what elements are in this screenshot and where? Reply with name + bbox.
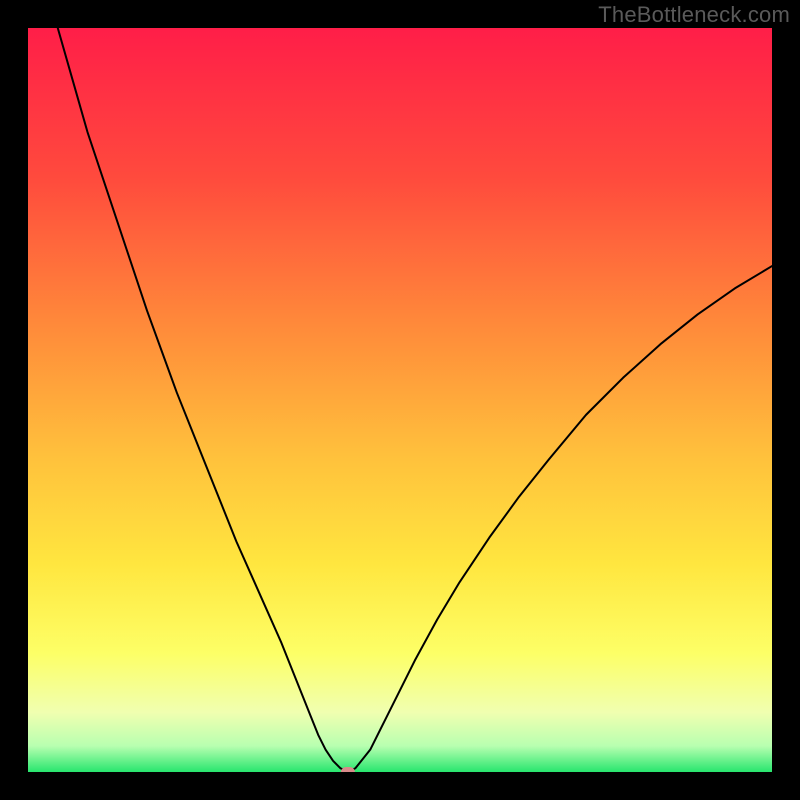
chart-frame: TheBottleneck.com [0,0,800,800]
chart-border-right [772,0,800,800]
gradient-background [28,28,772,772]
chart-border-left [0,0,28,800]
watermark-text: TheBottleneck.com [598,2,790,28]
bottleneck-chart [0,0,800,800]
chart-border-bottom [0,772,800,800]
